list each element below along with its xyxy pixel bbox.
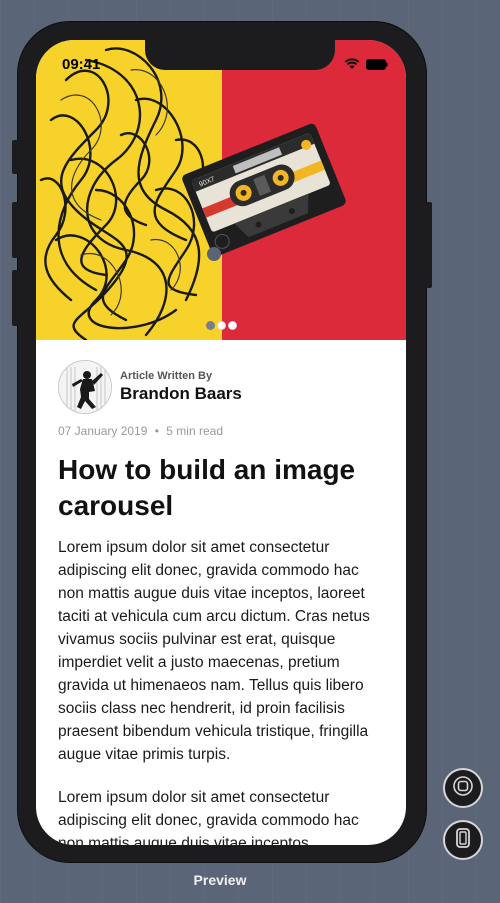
status-time: 09:41: [62, 56, 101, 73]
status-icons: [344, 58, 388, 70]
meta-separator: •: [154, 424, 159, 438]
simulator-stage: 09:41 90X7 Article Written By Brandon Ba…: [0, 0, 500, 903]
power-button: [426, 202, 432, 288]
author-row: Article Written By Brandon Baars: [58, 360, 384, 414]
volume-up-button: [12, 202, 18, 258]
phone-screen: 09:41 90X7 Article Written By Brandon Ba…: [36, 40, 406, 845]
carousel-page-indicator[interactable]: [206, 321, 237, 330]
image-carousel[interactable]: 90X7: [36, 40, 406, 340]
author-caption: Article Written By: [120, 370, 213, 382]
home-button[interactable]: [443, 768, 483, 808]
cassette-tape-image: 90X7: [39, 47, 346, 340]
avatar[interactable]: [58, 360, 112, 414]
post-meta: 07 January 2019 • 5 min read: [58, 424, 384, 438]
volume-down-button: [12, 270, 18, 326]
wifi-icon: [344, 58, 360, 70]
author-name[interactable]: Brandon Baars: [120, 384, 242, 404]
author-meta: Article Written By Brandon Baars: [120, 370, 242, 404]
carousel-dot[interactable]: [206, 321, 215, 330]
article-paragraph: Lorem ipsum dolor sit amet consectetur a…: [58, 539, 370, 763]
read-time: 5 min read: [166, 424, 223, 438]
device-button[interactable]: [443, 820, 483, 860]
carousel-dot[interactable]: [228, 321, 237, 330]
mute-switch: [12, 140, 18, 174]
post-date: 07 January 2019: [58, 424, 148, 438]
carousel-dot[interactable]: [217, 321, 226, 330]
device-icon: [452, 827, 474, 853]
preview-label: Preview: [193, 872, 247, 888]
battery-icon: [366, 58, 388, 70]
article-paragraph: Lorem ipsum dolor sit amet consectetur a…: [58, 789, 359, 845]
home-icon: [452, 775, 474, 801]
article-title: How to build an image carousel: [58, 454, 356, 521]
article: Article Written By Brandon Baars 07 Janu…: [36, 340, 406, 845]
notch: [145, 40, 335, 70]
